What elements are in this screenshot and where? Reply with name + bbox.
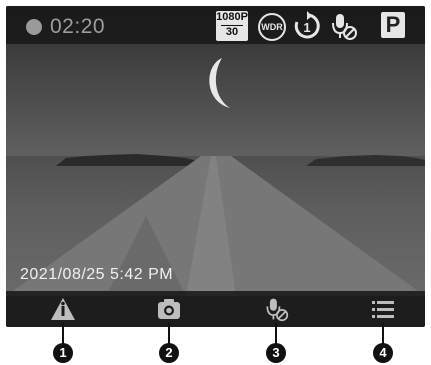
microphone-off-icon xyxy=(266,298,289,322)
moon-image xyxy=(209,58,230,108)
framerate-label: 30 xyxy=(221,25,243,39)
parking-mode-icon: P xyxy=(381,12,405,38)
loop-label: 1 xyxy=(303,20,310,35)
recording-time: 02:20 xyxy=(50,15,106,38)
status-bar: 02:20 1080P 30 WDR 1 P xyxy=(6,6,425,44)
event-alert-icon xyxy=(51,298,75,320)
menu-button[interactable] xyxy=(343,291,423,327)
callout-leader-1 xyxy=(62,323,64,345)
callout-leader-4 xyxy=(382,323,384,345)
callout-4: 4 xyxy=(373,343,393,363)
wdr-icon: WDR xyxy=(258,13,286,41)
microphone-off-icon xyxy=(332,14,357,40)
resolution-badge: 1080P 30 xyxy=(216,11,248,41)
callout-2: 2 xyxy=(159,343,179,363)
camera-icon xyxy=(158,299,180,319)
camera-preview-screen: 02:20 1080P 30 WDR 1 P 2021/08/25 5:42 P… xyxy=(6,6,425,327)
video-timestamp: 2021/08/25 5:42 PM xyxy=(20,266,174,283)
bottom-toolbar xyxy=(6,291,425,327)
loop-recording-icon: 1 xyxy=(294,11,320,39)
record-indicator-icon xyxy=(26,19,42,35)
snapshot-button[interactable] xyxy=(129,291,209,327)
callout-leader-3 xyxy=(275,323,277,345)
callout-leader-2 xyxy=(168,323,170,345)
callout-3: 3 xyxy=(266,343,286,363)
resolution-label: 1080P xyxy=(216,11,248,23)
event-alert-button[interactable] xyxy=(23,291,103,327)
callout-1: 1 xyxy=(53,343,73,363)
microphone-toggle-button[interactable] xyxy=(236,291,316,327)
menu-icon xyxy=(372,301,394,318)
